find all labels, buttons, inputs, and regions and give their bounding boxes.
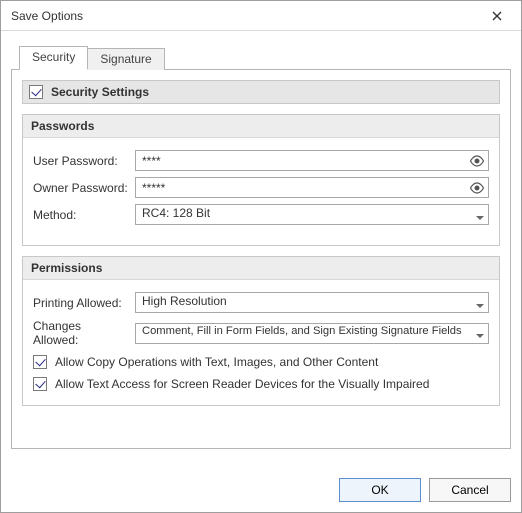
user-password-reveal[interactable] (468, 153, 486, 169)
method-row: Method: RC4: 128 Bit (33, 204, 489, 225)
security-enable-checkbox[interactable] (29, 85, 43, 99)
method-select[interactable]: RC4: 128 Bit (135, 204, 489, 225)
close-button[interactable] (481, 5, 513, 27)
changes-select[interactable]: Comment, Fill in Form Fields, and Sign E… (135, 323, 489, 344)
tab-security[interactable]: Security (19, 46, 88, 70)
content-area: Security Signature Security Settings Pas… (1, 31, 521, 468)
printing-select[interactable]: High Resolution (135, 292, 489, 313)
security-settings-label: Security Settings (51, 85, 149, 99)
owner-password-label: Owner Password: (33, 181, 129, 195)
titlebar: Save Options (1, 1, 521, 31)
printing-row: Printing Allowed: High Resolution (33, 292, 489, 313)
security-panel: Security Settings Passwords User Passwor… (11, 69, 511, 449)
tab-strip: Security Signature (11, 45, 511, 69)
user-password-input[interactable] (135, 150, 489, 171)
owner-password-input[interactable] (135, 177, 489, 198)
security-settings-header: Security Settings (22, 80, 500, 104)
method-label: Method: (33, 208, 129, 222)
printing-label: Printing Allowed: (33, 296, 129, 310)
permissions-group: Permissions Printing Allowed: High Resol… (22, 256, 500, 406)
changes-value: Comment, Fill in Form Fields, and Sign E… (135, 323, 489, 344)
cancel-button[interactable]: Cancel (429, 478, 511, 502)
close-icon (492, 11, 502, 21)
allow-copy-row: Allow Copy Operations with Text, Images,… (33, 355, 489, 369)
permissions-title: Permissions (23, 257, 499, 280)
owner-password-row: Owner Password: (33, 177, 489, 198)
allow-copy-label: Allow Copy Operations with Text, Images,… (55, 355, 378, 369)
save-options-dialog: Save Options Security Signature Security… (0, 0, 522, 513)
passwords-group: Passwords User Password: Owner Password: (22, 114, 500, 246)
allow-copy-checkbox[interactable] (33, 355, 47, 369)
method-value: RC4: 128 Bit (135, 204, 489, 225)
dialog-buttons: OK Cancel (1, 468, 521, 512)
allow-text-access-label: Allow Text Access for Screen Reader Devi… (55, 377, 429, 391)
changes-label: Changes Allowed: (33, 319, 129, 347)
user-password-label: User Password: (33, 154, 129, 168)
user-password-row: User Password: (33, 150, 489, 171)
window-title: Save Options (11, 9, 83, 23)
eye-icon (469, 182, 485, 194)
allow-text-access-checkbox[interactable] (33, 377, 47, 391)
eye-icon (469, 155, 485, 167)
ok-button[interactable]: OK (339, 478, 421, 502)
allow-text-access-row: Allow Text Access for Screen Reader Devi… (33, 377, 489, 391)
owner-password-reveal[interactable] (468, 180, 486, 196)
passwords-title: Passwords (23, 115, 499, 138)
tab-signature[interactable]: Signature (87, 48, 164, 70)
changes-row: Changes Allowed: Comment, Fill in Form F… (33, 319, 489, 347)
printing-value: High Resolution (135, 292, 489, 313)
